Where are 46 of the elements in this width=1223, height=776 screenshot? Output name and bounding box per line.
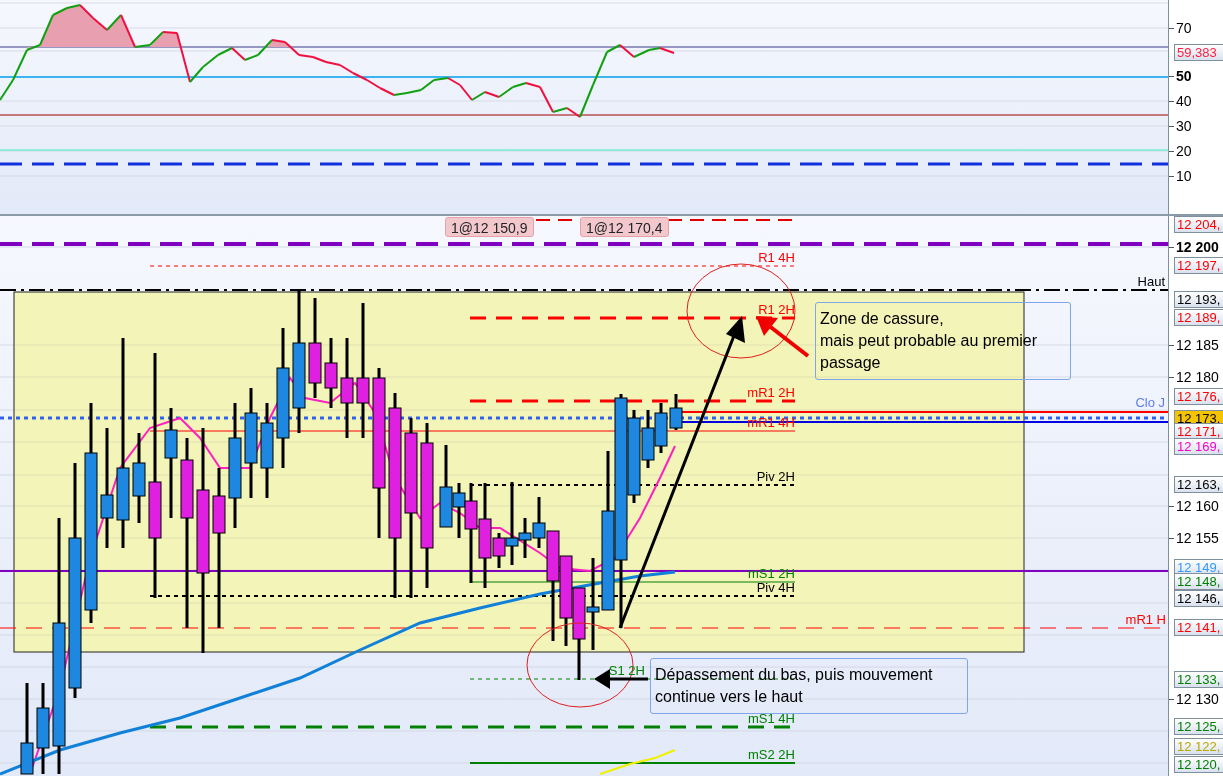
axis-label: 12 200	[1176, 239, 1219, 255]
axis-label: 70	[1176, 20, 1192, 36]
level-label: mR1 H	[1125, 613, 1166, 627]
price-tag: 12 169,	[1174, 438, 1223, 455]
level-label: Haut	[1137, 275, 1165, 289]
axis-label: 12 130	[1176, 691, 1219, 707]
axis-label: 40	[1176, 93, 1192, 109]
price-tag: 12 141,	[1174, 619, 1223, 636]
axis-label: 30	[1176, 118, 1192, 134]
axis-label: 10	[1176, 168, 1192, 184]
price-tag: 12 133,	[1174, 671, 1223, 688]
price-tag: 12 148,	[1174, 573, 1223, 590]
candle	[669, 394, 683, 430]
level-label: mS1 4H	[748, 712, 795, 726]
price-tag: 12 189,	[1174, 309, 1223, 326]
price-tag: 12 193,	[1174, 291, 1223, 308]
axis-label: 50	[1176, 68, 1192, 84]
annotation-note: Zone de cassure, mais peut probable au premier passage	[815, 302, 1071, 380]
axis-label: 12 155	[1176, 530, 1219, 546]
price-tag: 12 120,	[1174, 756, 1223, 773]
order-tag: 1@12 170,4	[580, 217, 669, 237]
annotation-note: Dépassement du bas, puis mouvement continue vers le haut	[650, 658, 968, 714]
level-label: S1 2H	[608, 664, 645, 678]
price-tag: 12 125,	[1174, 718, 1223, 735]
level-label: mR1 2H	[747, 386, 795, 400]
level-label: R1 2H	[758, 303, 795, 317]
level-label: Clo J	[1135, 396, 1165, 410]
level-label: Piv 2H	[756, 470, 795, 484]
axis-label: 12 185	[1176, 337, 1219, 353]
axis-label: 12 180	[1176, 369, 1219, 385]
price-tag: 12 122,	[1174, 738, 1223, 755]
candle	[324, 338, 338, 408]
arrow	[756, 316, 810, 358]
price-tag: 12 146,	[1174, 590, 1223, 607]
level-label: R1 4H	[758, 251, 795, 265]
price-tag: 12 197,	[1174, 257, 1223, 274]
price-tag: 12 176,	[1174, 388, 1223, 405]
axis-label: 20	[1176, 143, 1192, 159]
level-label: Piv 4H	[756, 581, 795, 595]
axis-label: 12 160	[1176, 498, 1219, 514]
level-label: mS2 2H	[748, 748, 795, 762]
order-tag: 1@12 150,9	[445, 217, 534, 237]
value-tag: 59,383	[1174, 44, 1223, 61]
price-tag: 12 204,	[1174, 216, 1223, 233]
price-tag: 12 163,	[1174, 476, 1223, 493]
candle	[654, 403, 668, 453]
